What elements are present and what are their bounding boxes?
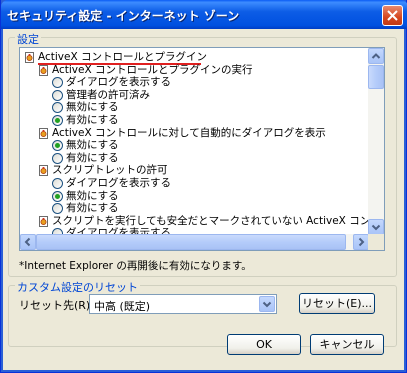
- scroll-down-button[interactable]: [368, 219, 384, 235]
- reset-group-legend: カスタム設定のリセット: [15, 279, 140, 295]
- dialog-body: 設定 ActiveX コントロールとプラグイン ActiveX コントロールとプラ…: [5, 29, 404, 369]
- chevron-right-icon: [358, 237, 365, 247]
- tree-item-label: ダイアログを表示する: [66, 177, 171, 189]
- tree-item-label: スクリプトを実行しても安全だとマークされていない ActiveX コントロールの…: [52, 214, 369, 227]
- radio-button-icon[interactable]: [52, 89, 63, 101]
- chevron-up-icon: [371, 53, 381, 59]
- title-bar[interactable]: セキュリティ設定 - インターネット ゾーン: [1, 0, 407, 29]
- window-title: セキュリティ設定 - インターネット ゾーン: [7, 9, 240, 23]
- settings-tree[interactable]: ActiveX コントロールとプラグイン ActiveX コントロールとプラグイン…: [19, 47, 385, 251]
- horizontal-scrollbar[interactable]: [20, 234, 369, 250]
- vertical-scroll-thumb[interactable]: [368, 65, 384, 89]
- restart-note: *Internet Explorer の再開後に有効になります。: [19, 260, 252, 272]
- settings-group-legend: 設定: [15, 31, 41, 47]
- radio-button-icon[interactable]: [52, 178, 63, 189]
- chevron-down-icon: [262, 301, 272, 308]
- radio-button-icon[interactable]: [52, 203, 63, 215]
- settings-tree-content: ActiveX コントロールとプラグイン ActiveX コントロールとプラグイン…: [20, 48, 369, 235]
- tree-item-label: 無効にする: [66, 101, 119, 114]
- scrollbar-corner: [368, 234, 384, 250]
- radio-button-icon[interactable]: [52, 102, 63, 114]
- reset-level-value: 中高 (既定): [94, 300, 151, 313]
- tree-item-label: 管理者の許可済み: [66, 88, 150, 101]
- chevron-down-icon: [371, 224, 381, 231]
- tree-item-label: 無効にする: [66, 139, 119, 152]
- vertical-scrollbar[interactable]: [368, 48, 384, 235]
- scroll-right-button[interactable]: [353, 234, 369, 250]
- tree-item-label: 有効にする: [66, 202, 119, 215]
- reset-button[interactable]: リセット(E)...: [299, 293, 375, 314]
- radio-button-icon[interactable]: [52, 140, 63, 152]
- setting-icon: [39, 165, 48, 177]
- scroll-left-button[interactable]: [20, 234, 36, 250]
- setting-icon: [39, 215, 48, 227]
- reset-level-dropdown-button[interactable]: [259, 296, 275, 312]
- setting-icon: [39, 64, 48, 76]
- chevron-left-icon: [24, 237, 31, 247]
- tree-item-label: 有効にする: [66, 114, 119, 126]
- security-settings-dialog: セキュリティ設定 - インターネット ゾーン 設定 ActiveX コントロール…: [0, 0, 407, 373]
- activex-category-icon: [25, 52, 34, 63]
- radio-button-icon[interactable]: [52, 115, 63, 126]
- radio-button-icon[interactable]: [52, 152, 63, 164]
- tree-item-label: ダイアログを表示する: [66, 76, 171, 89]
- cancel-button[interactable]: キャンセル: [310, 334, 384, 355]
- radio-button-icon[interactable]: [52, 190, 63, 202]
- ok-button[interactable]: OK: [227, 334, 301, 355]
- tree-item-label: 有効にする: [66, 151, 119, 164]
- reset-to-label: リセット先(R):: [19, 299, 94, 312]
- tree-item-label: ActiveX コントロールに対して自動的にダイアログを表示: [52, 126, 326, 139]
- radio-button-icon[interactable]: [52, 77, 63, 89]
- close-button[interactable]: [382, 5, 403, 26]
- tree-item-label: 無効にする: [66, 189, 119, 202]
- setting-icon: [39, 127, 48, 139]
- reset-level-select[interactable]: 中高 (既定): [89, 294, 277, 314]
- horizontal-scroll-thumb[interactable]: [36, 234, 346, 250]
- tree-item-label: ActiveX コントロールとプラグインの実行: [52, 63, 253, 76]
- tree-item-label: スクリプトレットの許可: [52, 164, 168, 177]
- scroll-up-button[interactable]: [368, 48, 384, 64]
- close-icon: [387, 10, 398, 21]
